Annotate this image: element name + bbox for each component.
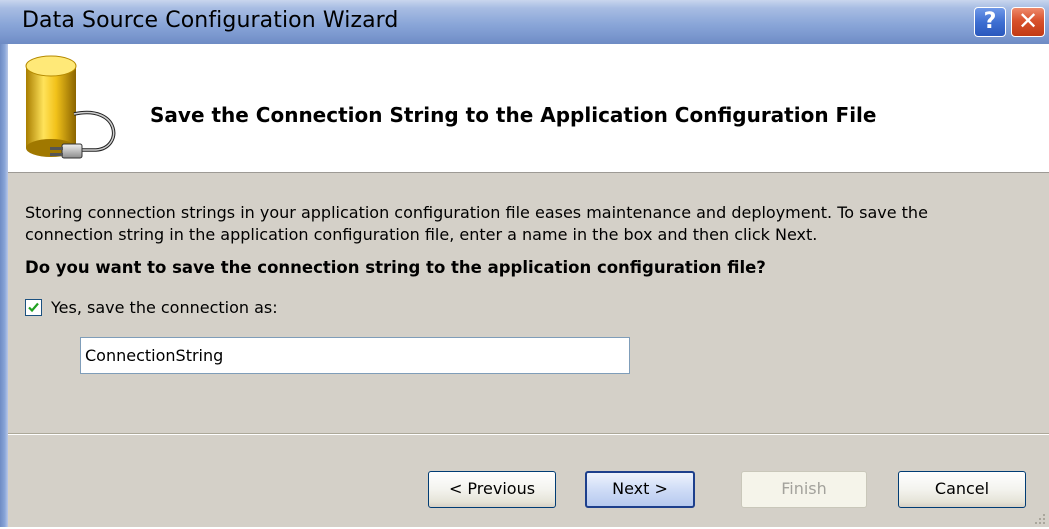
window-frame-left bbox=[0, 44, 8, 527]
window-title: Data Source Configuration Wizard bbox=[22, 8, 399, 33]
title-bar[interactable]: Data Source Configuration Wizard ? ✕ bbox=[0, 0, 1049, 44]
footer-divider-highlight bbox=[8, 434, 1049, 435]
help-icon[interactable]: ? bbox=[974, 7, 1006, 37]
description-line: connection string in the application con… bbox=[25, 225, 818, 244]
previous-button[interactable]: < Previous bbox=[428, 471, 556, 508]
close-icon[interactable]: ✕ bbox=[1011, 7, 1045, 37]
cancel-button[interactable]: Cancel bbox=[898, 471, 1026, 508]
resize-grip-icon[interactable] bbox=[1032, 510, 1046, 524]
save-connection-checkbox[interactable] bbox=[25, 299, 42, 316]
description-line: Storing connection strings in your appli… bbox=[25, 203, 928, 222]
connection-name-input[interactable] bbox=[80, 337, 630, 374]
save-connection-label[interactable]: Yes, save the connection as: bbox=[51, 298, 278, 317]
database-plug-icon bbox=[24, 52, 132, 174]
wizard-dialog: Data Source Configuration Wizard ? ✕ Sav… bbox=[0, 0, 1049, 527]
next-button[interactable]: Next > bbox=[585, 471, 695, 508]
save-question: Do you want to save the connection strin… bbox=[25, 258, 766, 277]
page-title: Save the Connection String to the Applic… bbox=[150, 103, 877, 127]
finish-button[interactable]: Finish bbox=[741, 471, 867, 508]
checkmark-icon bbox=[28, 302, 39, 313]
description-text: Storing connection strings in your appli… bbox=[25, 202, 1040, 246]
